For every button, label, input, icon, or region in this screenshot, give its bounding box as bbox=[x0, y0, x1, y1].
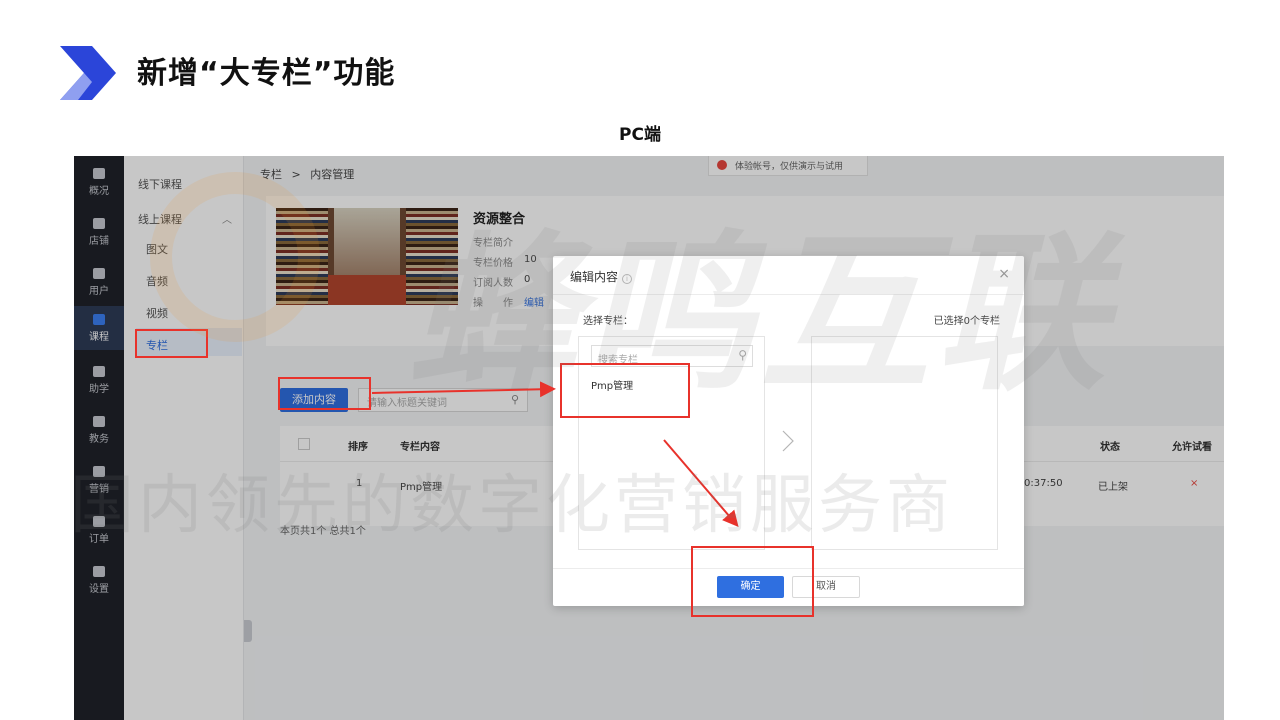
selected-count: 已选择0个专栏 bbox=[933, 316, 1000, 327]
slide-subtitle: PC端 bbox=[619, 125, 661, 145]
chevron-right-icon[interactable] bbox=[782, 430, 794, 452]
logo-chevron-icon bbox=[60, 46, 116, 100]
search-icon[interactable]: ⚲ bbox=[738, 348, 747, 362]
help-icon[interactable]: i bbox=[622, 274, 633, 284]
annotation-box-column bbox=[135, 329, 208, 358]
modal-divider bbox=[553, 294, 1024, 295]
slide-title: 新增“大专栏”功能 bbox=[137, 56, 396, 91]
annotation-box-add bbox=[278, 377, 371, 410]
modal-title: 编辑内容 i bbox=[570, 268, 633, 285]
slide: 新增“大专栏”功能 PC端 概况 店铺 用户 课程 助学 教务 营销 订单 设置… bbox=[0, 0, 1280, 720]
annotation-box-list-item bbox=[560, 363, 690, 418]
select-column-label: 选择专栏： bbox=[583, 316, 633, 327]
close-icon[interactable]: × bbox=[998, 266, 1010, 282]
target-list bbox=[811, 336, 998, 550]
annotation-box-confirm bbox=[691, 546, 814, 617]
